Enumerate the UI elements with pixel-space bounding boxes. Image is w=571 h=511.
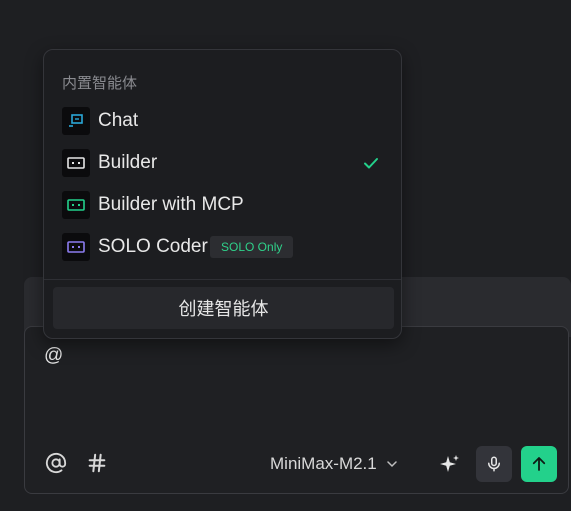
agent-menu: 内置智能体 Chat Builder Builder with MCP SOLO… xyxy=(43,49,402,339)
model-selector[interactable]: MiniMax-M2.1 xyxy=(270,451,397,477)
menu-item-solo-coder[interactable]: SOLO Coder SOLO Only xyxy=(44,227,401,267)
sparkle-icon xyxy=(440,455,459,472)
enhance-prompt-button[interactable] xyxy=(435,450,465,480)
chat-input-text[interactable]: @ xyxy=(44,345,63,367)
mention-button[interactable] xyxy=(43,450,69,476)
microphone-icon xyxy=(488,456,500,472)
model-name: MiniMax-M2.1 xyxy=(270,454,377,473)
menu-item-label: Builder with MCP xyxy=(98,194,244,215)
hashtag-button[interactable] xyxy=(84,450,110,476)
create-agent-button[interactable]: 创建智能体 xyxy=(53,287,394,329)
solo-coder-agent-icon xyxy=(62,233,90,261)
chat-agent-icon xyxy=(62,107,90,135)
send-button[interactable] xyxy=(521,446,557,482)
menu-item-builder[interactable]: Builder xyxy=(44,143,401,183)
solo-only-badge: SOLO Only xyxy=(210,236,294,258)
builder-agent-icon xyxy=(62,149,90,177)
menu-item-label: SOLO Coder xyxy=(98,236,208,257)
checkmark-icon xyxy=(364,158,378,169)
menu-item-builder-with-mcp[interactable]: Builder with MCP xyxy=(44,185,401,225)
menu-item-chat[interactable]: Chat xyxy=(44,101,401,141)
menu-item-label: Chat xyxy=(98,110,139,131)
app-root: @ MiniMax-M2.1 内置智能体 Chat Builder Builde… xyxy=(0,0,571,511)
voice-input-button[interactable] xyxy=(476,446,512,482)
chevron-down-icon xyxy=(387,461,397,468)
builder-mcp-agent-icon xyxy=(62,191,90,219)
chat-input-box[interactable]: @ MiniMax-M2.1 xyxy=(24,326,569,494)
at-icon xyxy=(45,452,67,474)
arrow-up-icon xyxy=(532,457,546,471)
menu-divider xyxy=(44,279,401,280)
menu-item-label: Builder xyxy=(98,152,158,173)
menu-section-title: 内置智能体 xyxy=(62,75,138,92)
hash-icon xyxy=(88,453,106,473)
